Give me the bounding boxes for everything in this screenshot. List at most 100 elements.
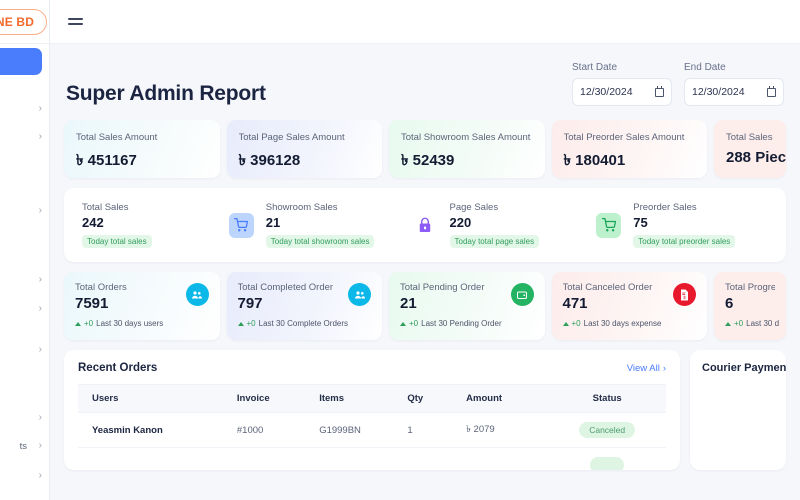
sidebar-item-chevron-4[interactable]: › — [39, 275, 42, 285]
courier-payments-panel: Courier Payments — [690, 350, 786, 470]
amount-card-value: ৳ 451167 — [76, 152, 137, 169]
sidebar-item-chevron-1[interactable]: › — [39, 104, 42, 114]
table-body: Yeasmin Kanon #1000 G1999BN 1 ৳ 2079 Can… — [78, 412, 666, 470]
page-header: Super Admin Report Start Date 12/30/2024… — [64, 44, 786, 120]
order-card-delta: +0 — [571, 319, 581, 328]
column-header-items[interactable]: Items — [313, 384, 402, 413]
amount-card-value: ৳ 396128 — [238, 152, 301, 169]
sidebar-item-chevron-6[interactable]: › — [39, 345, 42, 355]
today-item-label: Showroom Sales — [265, 202, 338, 213]
amount-card-label: Total Page Sales Amount — [238, 132, 345, 143]
cell-amount — [460, 447, 549, 470]
today-item-label: Page Sales — [449, 202, 499, 213]
page-content: Super Admin Report Start Date 12/30/2024… — [50, 44, 800, 500]
order-card[interactable]: Total Canceled Order 471 +0 Last 30 days… — [551, 272, 707, 340]
cell-status — [548, 447, 666, 470]
column-header-invoice[interactable]: Invoice — [230, 384, 314, 413]
chevron-right-icon: › — [662, 362, 666, 374]
amount-card[interactable]: Total Showroom Sales Amount ৳ 52439 — [389, 120, 545, 178]
order-card[interactable]: Total Orders 7591 +0 Last 30 days users — [64, 272, 220, 340]
wallet-icon — [510, 283, 534, 306]
table-header-row: Users Invoice Items Qty Amount Status — [78, 384, 666, 413]
amount-card[interactable]: Total Sales Amount ৳ 451167 — [64, 120, 220, 178]
page-title: Super Admin Report — [66, 82, 266, 105]
order-card-value: 6 — [725, 295, 734, 312]
trend-up-icon — [400, 321, 406, 326]
column-header-status[interactable]: Status — [548, 384, 666, 413]
today-item-value: 242 — [82, 215, 104, 230]
today-item-label: Preorder Sales — [633, 202, 697, 213]
view-all-link[interactable]: View All › — [627, 363, 666, 374]
amount-card[interactable]: Total Preorder Sales Amount ৳ 180401 — [551, 120, 707, 178]
amount-card-value: ৳ 180401 — [563, 152, 626, 169]
start-date-value: 12/30/2024 — [580, 86, 633, 98]
topbar — [50, 0, 800, 44]
sidebar-item-chevron-5[interactable]: › — [39, 304, 42, 314]
order-card[interactable]: Total Completed Order 797 +0 Last 30 Com… — [226, 272, 382, 340]
amount-card-value: 288 Piec — [726, 149, 787, 166]
today-summary-strip: Total Sales 242 Today total sales Showro… — [64, 188, 786, 262]
order-card-foot-text: Last 30 days expense — [583, 319, 662, 328]
order-card-delta: +0 — [246, 319, 256, 328]
sidebar-item-chevron-7[interactable]: › — [39, 413, 42, 423]
order-card[interactable]: Total Progres 6 +0 Last 30 d — [714, 272, 786, 340]
today-item: Preorder Sales 75 Today total preorder s… — [633, 202, 768, 248]
start-date-input[interactable]: 12/30/2024 — [572, 78, 672, 106]
recent-orders-title: Recent Orders — [78, 362, 158, 374]
cart-icon — [228, 212, 254, 238]
invoice-icon: $ — [673, 283, 696, 306]
cell-user — [78, 447, 231, 470]
order-card-delta: +0 — [84, 319, 94, 328]
order-card-footer: +0 Last 30 Pending Order — [400, 319, 534, 328]
column-header-users[interactable]: Users — [78, 384, 231, 413]
calendar-icon[interactable] — [767, 86, 776, 97]
amount-cards-row: Total Sales Amount ৳ 451167 Total Page S… — [64, 120, 786, 178]
sidebar-item-chevron-9[interactable]: › — [39, 471, 42, 481]
cell-items — [313, 447, 402, 470]
order-card-footer: +0 Last 30 Complete Orders — [237, 319, 372, 328]
trend-up-icon — [562, 321, 569, 326]
sidebar-item-label-8: ts — [19, 441, 27, 452]
order-card-footer: +0 Last 30 days expense — [562, 319, 697, 328]
today-item-label: Total Sales — [82, 202, 129, 213]
hamburger-icon[interactable] — [68, 18, 83, 25]
today-item: Total Sales 242 Today total sales — [82, 202, 217, 248]
order-card[interactable]: Total Pending Order 21 +0 Last 30 Pendin… — [389, 272, 545, 340]
sidebar: NE BD › › › › › › › › ts › — [0, 0, 50, 500]
table-row[interactable] — [78, 447, 666, 470]
order-card-footer: +0 Last 30 days users — [75, 319, 209, 328]
sidebar-logo[interactable]: NE BD — [0, 0, 49, 44]
amount-card[interactable]: Total Sales Pr 288 Piec — [714, 120, 786, 178]
today-item-value: 220 — [449, 215, 472, 230]
bottom-row: Recent Orders View All › Users Invoice I… — [64, 350, 786, 470]
sidebar-item-chevron-8[interactable]: › — [39, 441, 42, 451]
cart-icon — [596, 212, 622, 238]
sidebar-item-chevron-2[interactable]: › — [39, 132, 42, 142]
amount-card[interactable]: Total Page Sales Amount ৳ 396128 — [226, 120, 382, 178]
today-item-tag: Today total preorder sales — [633, 235, 736, 248]
status-badge: Canceled — [579, 422, 636, 438]
order-card-foot-text: Last 30 Pending Order — [421, 319, 502, 328]
cell-invoice — [230, 447, 314, 470]
calendar-icon[interactable] — [655, 86, 664, 97]
order-card-delta: +0 — [734, 319, 744, 328]
table-row[interactable]: Yeasmin Kanon #1000 G1999BN 1 ৳ 2079 Can… — [78, 412, 666, 448]
users-icon — [348, 283, 371, 306]
sidebar-item-chevron-3[interactable]: › — [39, 206, 42, 216]
trend-up-icon — [725, 321, 731, 326]
order-cards-row: Total Orders 7591 +0 Last 30 days users … — [64, 272, 786, 340]
cell-items: G1999BN — [313, 412, 402, 448]
logo-pill: NE BD — [0, 8, 47, 35]
start-date-field: Start Date 12/30/2024 — [572, 62, 672, 106]
date-range-group: Start Date 12/30/2024 End Date 12/30/202… — [572, 62, 784, 106]
recent-orders-table: Users Invoice Items Qty Amount Status Ye… — [78, 384, 666, 470]
cell-amount: ৳ 2079 — [460, 412, 549, 448]
amount-card-label: Total Preorder Sales Amount — [563, 132, 685, 143]
main-area: Super Admin Report Start Date 12/30/2024… — [50, 0, 800, 500]
end-date-input[interactable]: 12/30/2024 — [684, 78, 784, 106]
column-header-amount[interactable]: Amount — [460, 384, 549, 413]
order-card-foot-text: Last 30 d — [746, 319, 780, 328]
recent-orders-panel: Recent Orders View All › Users Invoice I… — [64, 350, 680, 470]
column-header-qty[interactable]: Qty — [401, 384, 461, 413]
sidebar-item-dashboard-active[interactable] — [0, 48, 42, 75]
